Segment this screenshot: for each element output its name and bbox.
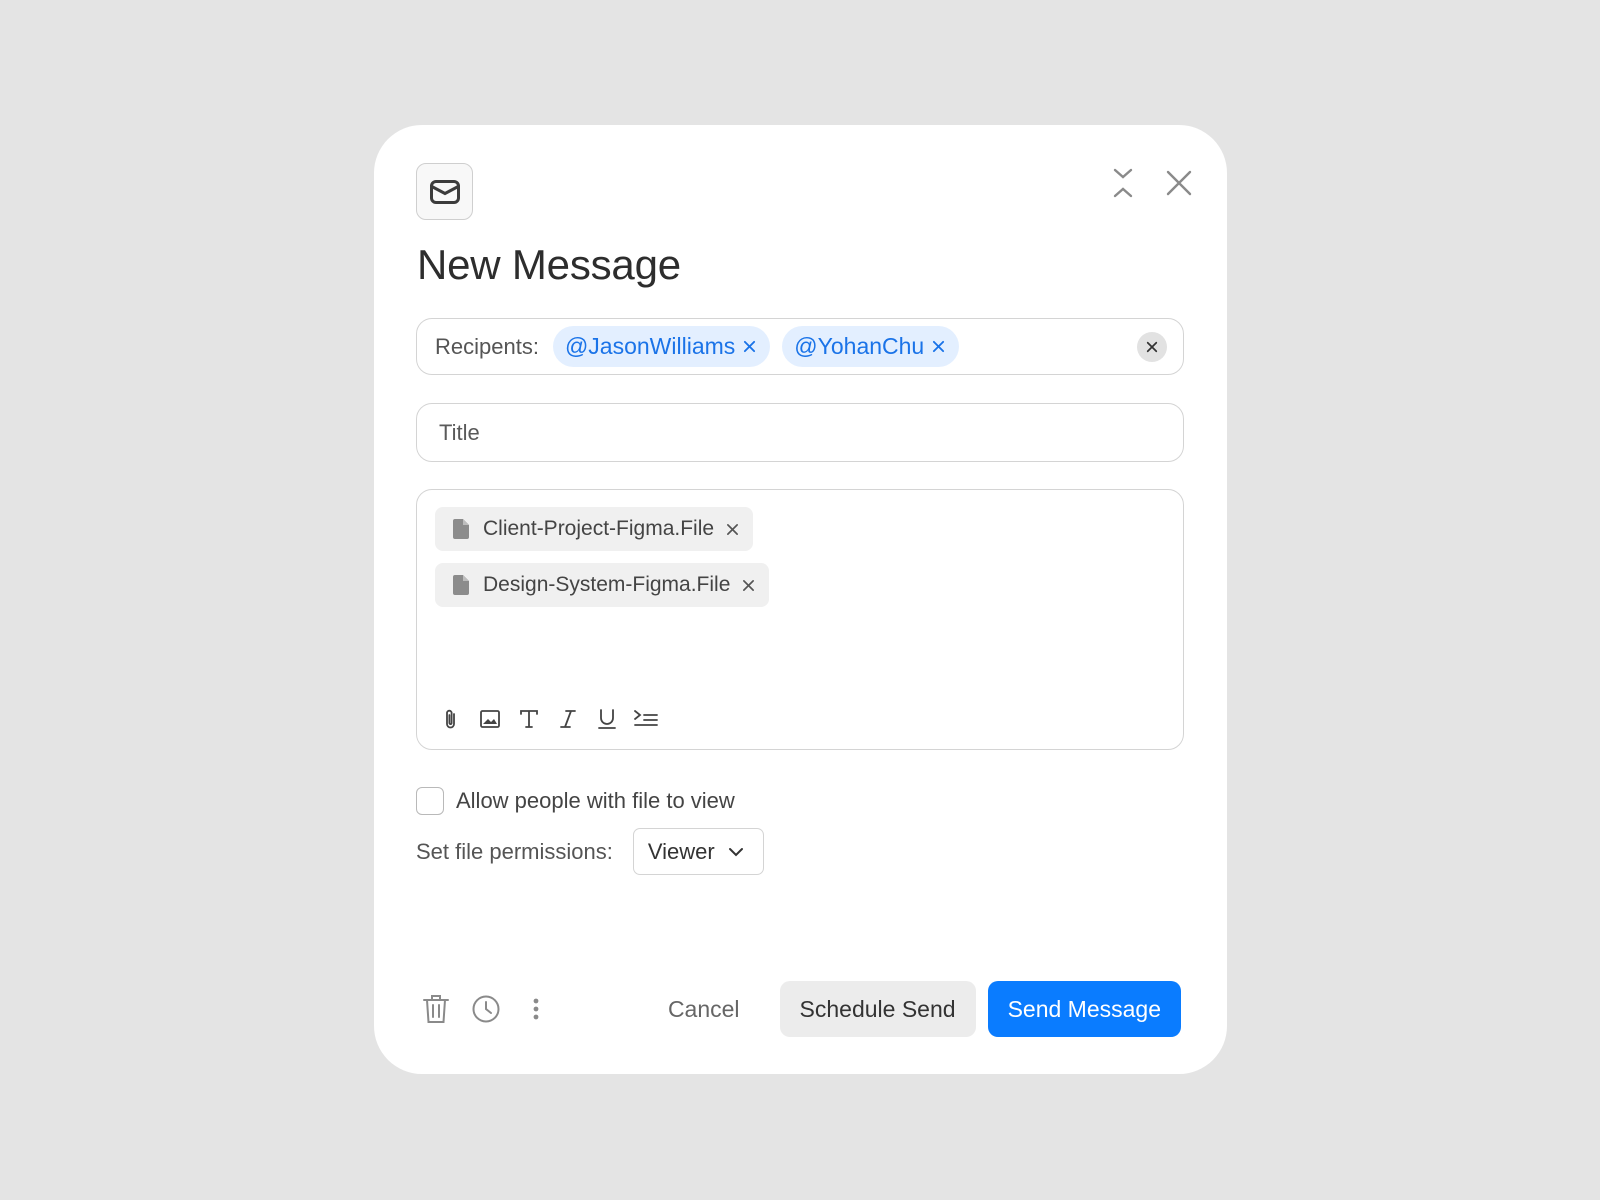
allow-view-option: Allow people with file to view [416,787,735,815]
attachment-name: Client-Project-Figma.File [483,517,715,540]
recipients-label: Recipents: [435,333,539,359]
attachment-chip[interactable]: Design-System-Figma.File [435,563,770,607]
file-icon [453,519,469,539]
text-icon[interactable] [515,705,543,733]
collapse-button[interactable] [1105,165,1141,201]
title-field [416,403,1184,462]
recipient-chip-label: @YohanChu [794,333,925,359]
allow-view-label: Allow people with file to view [456,788,735,813]
close-icon [727,523,739,535]
close-icon [933,340,945,353]
remove-recipient-button[interactable] [743,340,756,353]
mail-icon [416,163,473,220]
underline-icon[interactable] [593,705,621,733]
paperclip-icon[interactable] [437,705,465,733]
permissions-value: Viewer [647,838,715,864]
cancel-button[interactable]: Cancel [640,981,768,1037]
close-icon [1166,170,1192,196]
permissions-label: Set file permissions: [416,838,613,864]
footer-actions-right: Cancel Schedule Send Send Message [640,981,1181,1037]
new-message-dialog: New Message Recipents: @JasonWilliams @Y… [374,125,1227,1074]
window-controls [1105,165,1197,201]
more-vertical-icon [533,998,539,1020]
remove-recipient-button[interactable] [932,340,945,353]
dialog-title: New Message [417,241,681,288]
attachment-chip[interactable]: Client-Project-Figma.File [435,507,754,551]
permissions-row: Set file permissions: Viewer [416,828,764,875]
permissions-select[interactable]: Viewer [632,828,764,875]
schedule-clock-button[interactable] [468,991,504,1027]
clear-recipients-button[interactable] [1137,332,1167,362]
clock-icon [472,995,500,1023]
schedule-send-button[interactable]: Schedule Send [779,981,976,1037]
remove-attachment-button[interactable] [726,523,739,536]
title-input[interactable] [417,404,1183,461]
close-button[interactable] [1161,165,1197,201]
image-icon[interactable] [476,705,504,733]
recipients-field[interactable]: Recipents: @JasonWilliams @YohanChu [416,318,1184,375]
more-options-button[interactable] [518,991,554,1027]
close-icon [744,340,756,353]
indent-icon[interactable] [632,705,660,733]
recipient-chip[interactable]: @YohanChu [782,326,960,367]
chevron-down-icon [728,847,743,856]
allow-view-checkbox[interactable] [416,787,444,815]
send-message-button[interactable]: Send Message [987,981,1181,1037]
message-body[interactable]: Client-Project-Figma.File Design-System-… [416,489,1184,750]
recipient-chip-label: @JasonWilliams [564,333,736,359]
formatting-toolbar [437,705,660,733]
close-icon [1146,341,1158,353]
collapse-icon [1113,168,1133,198]
close-icon [743,579,755,591]
remove-attachment-button[interactable] [742,579,755,592]
italic-icon[interactable] [554,705,582,733]
footer-actions-left [418,991,554,1027]
file-icon [453,575,469,595]
trash-icon [423,995,449,1023]
attachment-name: Design-System-Figma.File [483,573,731,596]
recipient-chip[interactable]: @JasonWilliams [552,326,771,367]
delete-button[interactable] [418,991,454,1027]
